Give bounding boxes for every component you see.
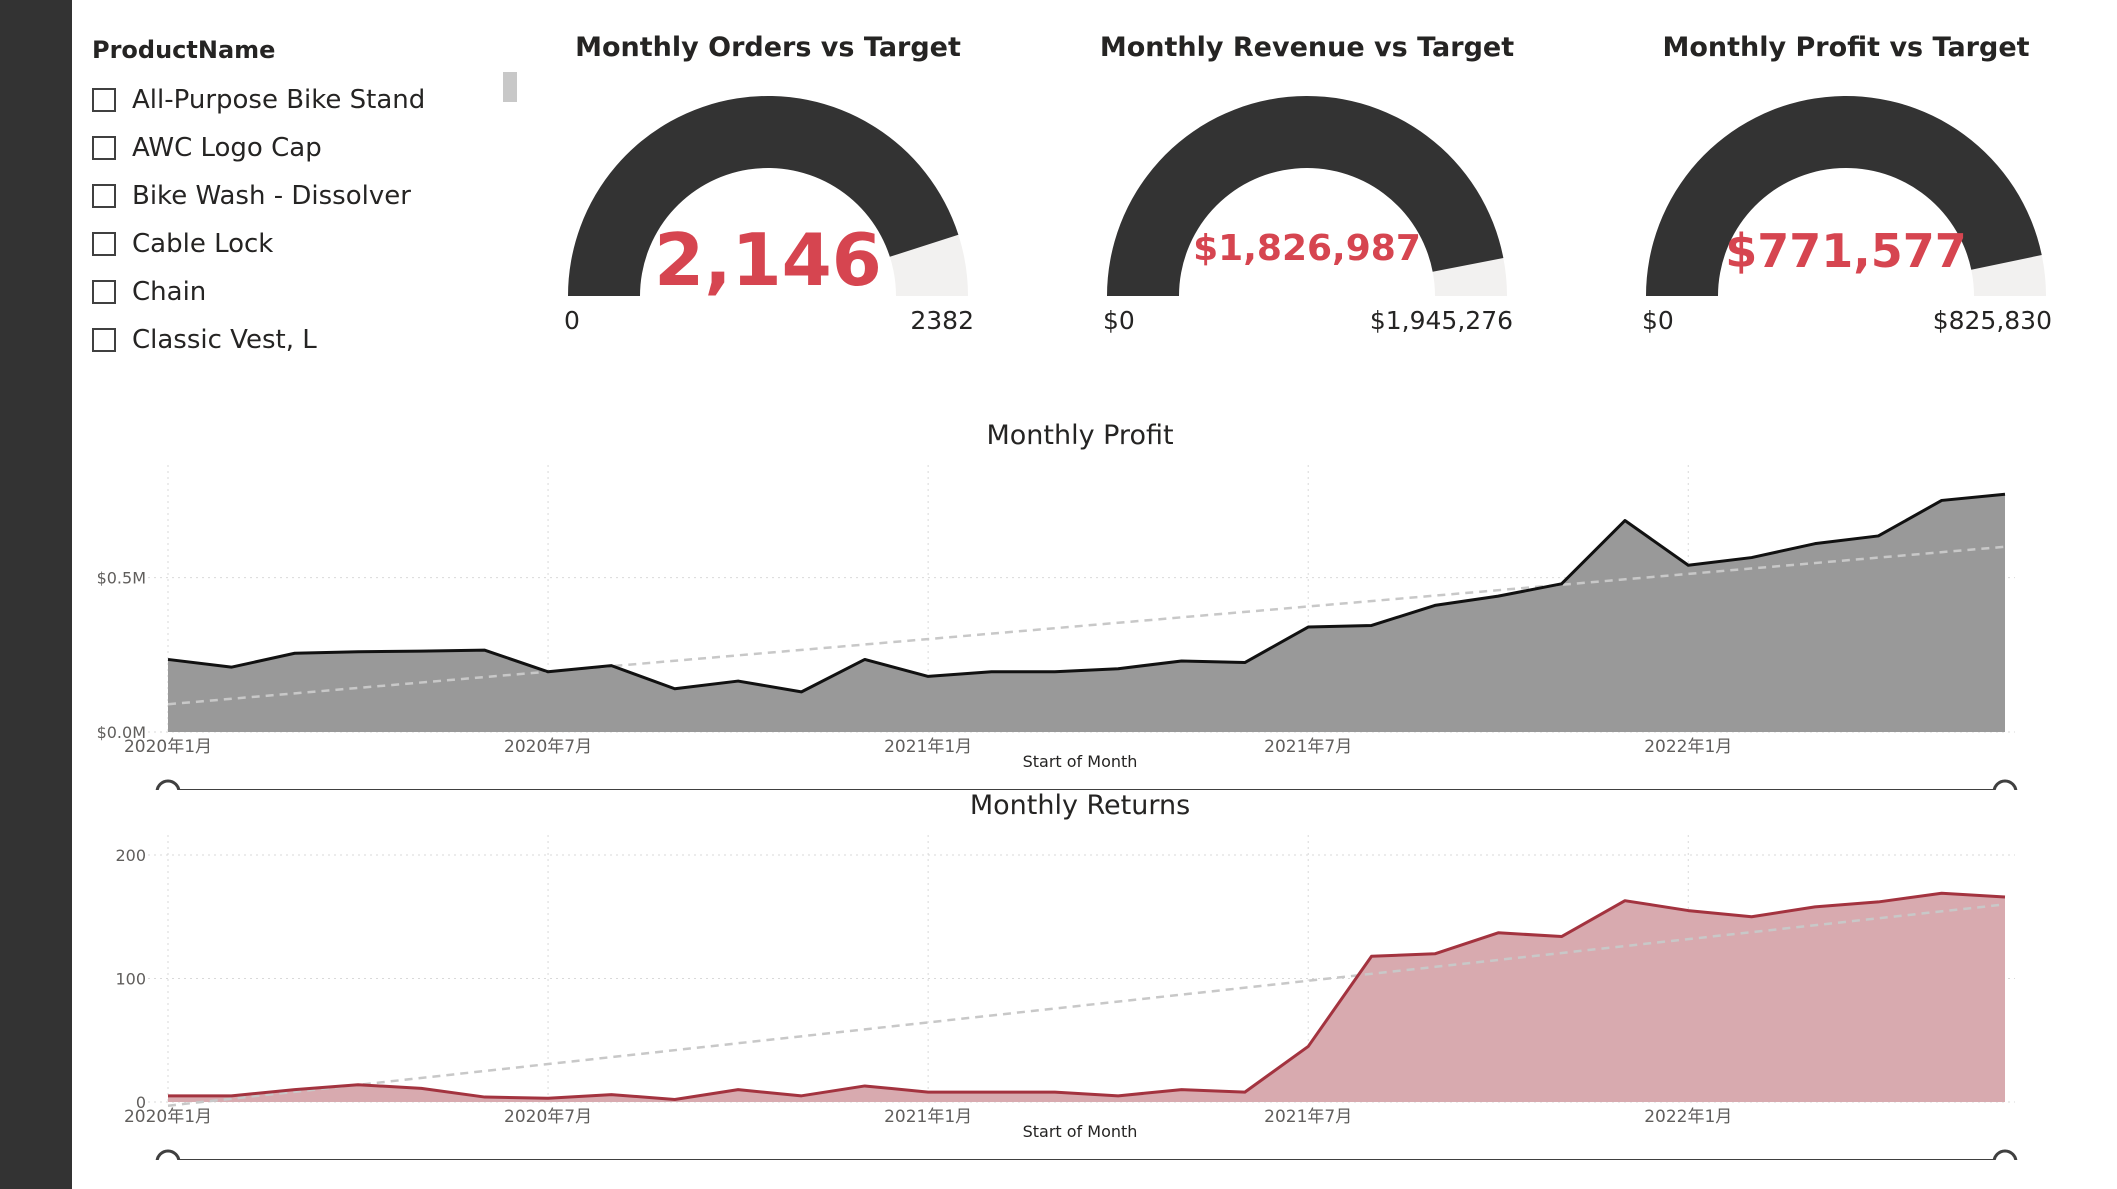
slicer-item[interactable]: All-Purpose Bike Stand (92, 76, 492, 124)
slicer-checkbox[interactable] (92, 184, 116, 208)
revenue-gauge-max-label: $1,945,276 (1369, 306, 1513, 335)
slicer-checkbox[interactable] (92, 232, 116, 256)
slicer-item-label: Classic Vest, L (132, 325, 317, 355)
orders-gauge: Monthly Orders vs Target 2,146 0 2382 (518, 28, 1018, 348)
slicer-checkbox[interactable] (92, 328, 116, 352)
slicer-item-label: All-Purpose Bike Stand (132, 85, 426, 115)
revenue-gauge-dial (1107, 96, 1507, 296)
monthly-returns-chart: Monthly Returns 0 100 200 2020年1月 2020年7月 202… (80, 780, 2090, 1160)
revenue-gauge: Monthly Revenue vs Target $1,826,987 $0 … (1057, 28, 1557, 348)
revenue-gauge-min-label: $0 (1103, 306, 1135, 335)
slicer-item-label: Cable Lock (132, 229, 274, 259)
monthly-returns-plot: 01002002020年1月 2020年7月 2021年1月 2021年7月 2022年… (115, 835, 2018, 1160)
returns-area (168, 893, 2005, 1102)
profit-gauge: Monthly Profit vs Target $771,577 $0 $82… (1596, 28, 2096, 348)
profit-gauge-title: Monthly Profit vs Target (1662, 32, 2030, 63)
monthly-profit-chart: Monthly Profit $0.0M $0.5M 2020年1月 2020年7月 2… (80, 410, 2090, 790)
slicer-list: All-Purpose Bike Stand AWC Logo Cap Bike W… (92, 76, 492, 364)
slicer-item-label: Bike Wash - Dissolver (132, 181, 411, 211)
returns-range-start-handle[interactable] (155, 1149, 181, 1160)
returns-range-end-handle[interactable] (1992, 1149, 2018, 1160)
returns-y-tick-label: 100 (115, 970, 146, 989)
profit-gauge-dial (1646, 96, 2046, 296)
orders-gauge-max-label: 2382 (910, 306, 974, 335)
slicer-item[interactable]: Chain (92, 268, 492, 316)
orders-gauge-value: 2,146 (654, 218, 882, 302)
profit-gauge-value: $771,577 (1725, 224, 1967, 278)
slicer-scrollbar[interactable] (503, 72, 517, 102)
revenue-gauge-value: $1,826,987 (1193, 228, 1421, 269)
slicer-item[interactable]: Classic Vest, L (92, 316, 492, 364)
slicer-checkbox[interactable] (92, 88, 116, 112)
revenue-gauge-title: Monthly Revenue vs Target (1099, 32, 1515, 63)
profit-area (168, 494, 2005, 732)
monthly-returns-x-axis-title: Start of Month (1022, 1122, 1138, 1141)
slicer-item[interactable]: Cable Lock (92, 220, 492, 268)
slicer-item-label: AWC Logo Cap (132, 133, 322, 163)
profit-gauge-min-label: $0 (1642, 306, 1674, 335)
slicer-checkbox[interactable] (92, 280, 116, 304)
monthly-profit-x-axis-title: Start of Month (1022, 752, 1138, 771)
orders-gauge-title: Monthly Orders vs Target (575, 32, 961, 63)
profit-gauge-max-label: $825,830 (1932, 306, 2052, 335)
returns-y-tick-label: 200 (115, 846, 146, 865)
slicer-item[interactable]: AWC Logo Cap (92, 124, 492, 172)
slicer-checkbox[interactable] (92, 136, 116, 160)
orders-gauge-min-label: 0 (564, 306, 580, 335)
product-name-slicer: ProductName All-Purpose Bike Stand AWC Lo… (92, 32, 522, 372)
profit-y-tick-label: $0.5M (97, 569, 146, 588)
slicer-item-label: Chain (132, 277, 207, 307)
monthly-profit-plot: $0.0M$0.5M2020年1月 2020年7月 2021年1月 2021年7月 20… (97, 465, 2018, 790)
slicer-item[interactable]: Bike Wash - Dissolver (92, 172, 492, 220)
slicer-title: ProductName (92, 36, 276, 64)
left-navigation-bar (0, 0, 72, 1189)
